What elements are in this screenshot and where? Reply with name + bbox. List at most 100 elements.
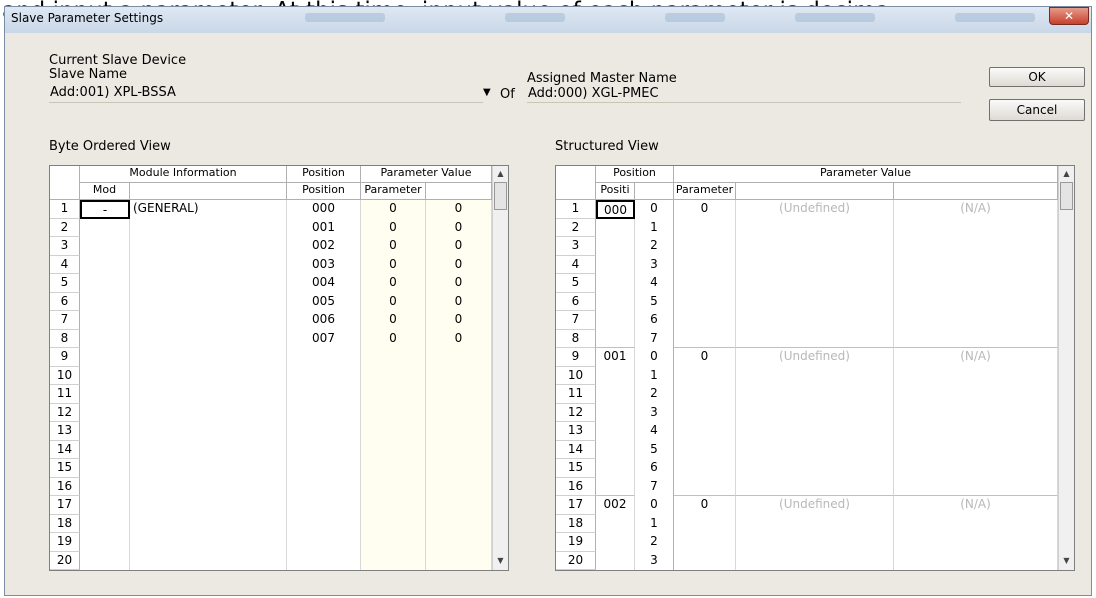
position-cell[interactable] — [596, 422, 635, 441]
value-cell[interactable] — [894, 237, 1058, 256]
parameter-cell[interactable] — [361, 366, 426, 385]
position-cell[interactable]: 002 — [287, 237, 361, 256]
module-info-cell[interactable] — [130, 459, 287, 478]
description-cell[interactable] — [736, 514, 894, 533]
mod-cell[interactable]: - — [80, 200, 130, 219]
value-cell[interactable] — [894, 329, 1058, 348]
module-info-cell[interactable] — [130, 496, 287, 515]
mod-cell[interactable] — [80, 311, 130, 330]
module-info-cell[interactable] — [130, 385, 287, 404]
mod-cell[interactable] — [80, 440, 130, 459]
description-cell[interactable] — [736, 385, 894, 404]
parameter-cell[interactable]: 0 — [361, 292, 426, 311]
description-cell[interactable] — [736, 459, 894, 478]
position-cell[interactable] — [596, 459, 635, 478]
position-cell[interactable] — [287, 385, 361, 404]
position-cell[interactable] — [596, 514, 635, 533]
position-cell[interactable] — [596, 274, 635, 293]
position-cell[interactable]: 000 — [287, 200, 361, 219]
module-info-cell[interactable] — [130, 551, 287, 570]
mod-cell[interactable] — [80, 477, 130, 496]
module-info-cell[interactable] — [130, 255, 287, 274]
mod-cell[interactable] — [80, 292, 130, 311]
value-cell[interactable] — [894, 274, 1058, 293]
bit-cell[interactable]: 1 — [635, 218, 674, 237]
position-cell[interactable] — [596, 255, 635, 274]
value-cell[interactable] — [894, 255, 1058, 274]
mod-cell[interactable] — [80, 459, 130, 478]
cancel-button[interactable]: Cancel — [989, 99, 1085, 121]
parameter-cell[interactable] — [361, 514, 426, 533]
parameter-cell[interactable] — [361, 551, 426, 570]
bit-cell[interactable]: 6 — [635, 311, 674, 330]
parameter-value-cell[interactable]: 0 — [426, 255, 492, 274]
mod-cell[interactable] — [80, 403, 130, 422]
position-cell[interactable] — [287, 496, 361, 515]
parameter-cell[interactable] — [361, 477, 426, 496]
position-cell[interactable] — [287, 403, 361, 422]
bit-cell[interactable]: 4 — [635, 274, 674, 293]
parameter-value-cell[interactable] — [426, 385, 492, 404]
parameter-cell[interactable] — [361, 348, 426, 367]
position-cell[interactable] — [287, 348, 361, 367]
parameter-value-cell[interactable] — [426, 366, 492, 385]
scroll-down-arrow-icon[interactable]: ▼ — [493, 556, 508, 565]
parameter-value-cell[interactable] — [426, 551, 492, 570]
parameter-cell[interactable] — [361, 403, 426, 422]
parameter-cell[interactable] — [674, 366, 736, 385]
description-cell[interactable] — [736, 551, 894, 570]
position-cell[interactable] — [596, 551, 635, 570]
parameter-cell[interactable] — [361, 533, 426, 552]
bit-cell[interactable]: 0 — [635, 200, 674, 219]
value-cell[interactable] — [894, 551, 1058, 570]
scrollbar-thumb[interactable] — [494, 182, 507, 210]
parameter-cell[interactable]: 0 — [361, 255, 426, 274]
parameter-value-cell[interactable] — [426, 422, 492, 441]
parameter-cell[interactable] — [674, 218, 736, 237]
parameter-value-cell[interactable] — [426, 496, 492, 515]
bit-cell[interactable]: 6 — [635, 459, 674, 478]
bit-cell[interactable]: 4 — [635, 422, 674, 441]
parameter-value-cell[interactable]: 0 — [426, 292, 492, 311]
parameter-cell[interactable]: 0 — [361, 218, 426, 237]
bit-cell[interactable]: 3 — [635, 551, 674, 570]
parameter-cell[interactable] — [674, 514, 736, 533]
parameter-cell[interactable] — [674, 422, 736, 441]
parameter-cell[interactable] — [674, 477, 736, 496]
module-info-cell[interactable] — [130, 533, 287, 552]
value-cell[interactable] — [894, 311, 1058, 330]
module-info-cell[interactable]: (GENERAL) — [130, 200, 287, 219]
parameter-cell[interactable]: 0 — [674, 348, 736, 367]
parameter-cell[interactable]: 0 — [674, 496, 736, 515]
parameter-cell[interactable]: 0 — [361, 329, 426, 348]
position-cell[interactable]: 005 — [287, 292, 361, 311]
position-cell[interactable] — [287, 440, 361, 459]
bit-cell[interactable]: 7 — [635, 477, 674, 496]
parameter-cell[interactable] — [674, 459, 736, 478]
module-info-cell[interactable] — [130, 218, 287, 237]
bit-cell[interactable]: 1 — [635, 514, 674, 533]
slave-name-select[interactable]: Add:001) XPL-BSSA — [49, 83, 483, 103]
mod-cell[interactable] — [80, 422, 130, 441]
bit-cell[interactable]: 0 — [635, 348, 674, 367]
description-cell[interactable] — [736, 440, 894, 459]
mod-cell[interactable] — [80, 329, 130, 348]
position-cell[interactable]: 004 — [287, 274, 361, 293]
position-cell[interactable] — [287, 551, 361, 570]
scrollbar-thumb[interactable] — [1060, 182, 1073, 210]
position-cell[interactable] — [596, 403, 635, 422]
parameter-cell[interactable] — [674, 255, 736, 274]
description-cell[interactable] — [736, 274, 894, 293]
module-info-cell[interactable] — [130, 366, 287, 385]
position-cell[interactable] — [596, 440, 635, 459]
value-cell[interactable] — [894, 218, 1058, 237]
module-info-cell[interactable] — [130, 237, 287, 256]
parameter-cell[interactable] — [674, 551, 736, 570]
position-cell[interactable]: 002 — [596, 496, 635, 515]
position-cell[interactable] — [596, 533, 635, 552]
mod-cell[interactable] — [80, 366, 130, 385]
bit-cell[interactable]: 5 — [635, 292, 674, 311]
value-cell[interactable] — [894, 403, 1058, 422]
parameter-cell[interactable] — [361, 385, 426, 404]
bit-cell[interactable]: 3 — [635, 255, 674, 274]
